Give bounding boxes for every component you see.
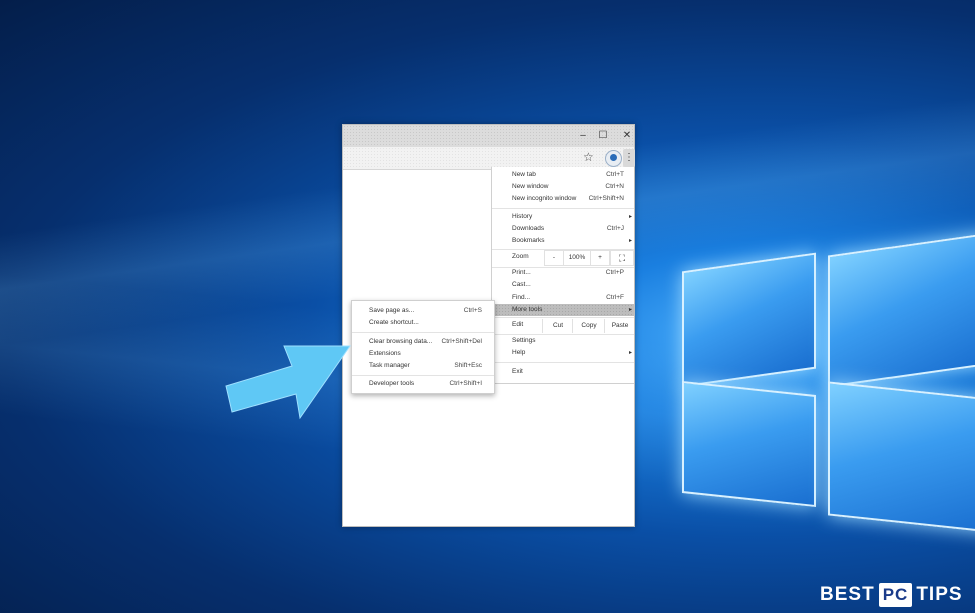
submenu-item-label: Save page as... xyxy=(369,307,415,314)
submenu-item-shortcut: Ctrl+S xyxy=(463,307,482,314)
menu-item-bookmarks[interactable]: Bookmarks ▸ xyxy=(492,235,634,247)
paste-button[interactable]: Paste xyxy=(604,319,635,333)
submenu-item-shortcut: Ctrl+Shift+Del xyxy=(441,338,482,345)
windows-logo-pane xyxy=(828,381,975,533)
submenu-item-save-page-as[interactable]: Save page as... Ctrl+S xyxy=(352,305,494,317)
bestpctips-watermark: BEST PC TIPS xyxy=(820,578,963,612)
menu-item-label: Bookmarks xyxy=(512,237,545,244)
bookmark-star-icon[interactable]: ☆ xyxy=(583,150,594,164)
menu-item-cast[interactable]: Cast... xyxy=(492,279,634,291)
menu-item-label: Downloads xyxy=(512,225,545,232)
menu-item-label: Cast... xyxy=(512,281,531,288)
submenu-item-label: Task manager xyxy=(369,362,410,369)
submenu-item-create-shortcut[interactable]: Create shortcut... xyxy=(352,317,494,329)
edit-row: Edit Cut Copy Paste xyxy=(492,319,634,333)
submenu-item-developer-tools[interactable]: Developer tools Ctrl+Shift+I xyxy=(352,378,494,390)
menu-item-shortcut: Ctrl+P xyxy=(605,269,624,276)
cut-button[interactable]: Cut xyxy=(542,319,573,333)
menu-item-label: Exit xyxy=(512,368,523,375)
windows-logo-pane xyxy=(682,380,816,508)
menu-item-label: Settings xyxy=(512,337,536,344)
submenu-item-extensions[interactable]: Extensions xyxy=(352,348,494,360)
submenu-item-shortcut: Ctrl+Shift+I xyxy=(449,380,482,387)
menu-item-label: Help xyxy=(512,349,526,356)
menu-divider xyxy=(492,317,634,318)
windows-logo-pane xyxy=(682,252,816,388)
chevron-right-icon: ▸ xyxy=(628,350,632,356)
zoom-level: 100% xyxy=(564,250,590,266)
close-icon[interactable]: ✕ xyxy=(619,128,635,144)
submenu-item-label: Extensions xyxy=(369,350,401,357)
pointer-arrow-icon xyxy=(225,345,351,420)
watermark-pc: PC xyxy=(878,583,913,607)
submenu-item-clear-browsing-data[interactable]: Clear browsing data... Ctrl+Shift+Del xyxy=(352,336,494,348)
zoom-in-button[interactable]: + xyxy=(590,250,610,266)
windows-logo-pane xyxy=(828,232,975,388)
menu-item-new-incognito-window[interactable]: New incognito window Ctrl+Shift+N xyxy=(492,193,634,205)
zoom-out-button[interactable]: - xyxy=(544,250,564,266)
menu-divider xyxy=(352,375,494,376)
menu-item-label: More tools xyxy=(512,306,543,313)
menu-item-shortcut: Ctrl+F xyxy=(606,294,624,301)
watermark-text: BEST xyxy=(820,584,875,605)
menu-item-shortcut: Ctrl+J xyxy=(606,225,624,232)
menu-item-shortcut: Ctrl+Shift+N xyxy=(588,195,624,202)
chevron-right-icon: ▸ xyxy=(628,238,632,244)
menu-divider xyxy=(352,332,494,333)
copy-button[interactable]: Copy xyxy=(572,319,605,333)
menu-item-new-tab[interactable]: New tab Ctrl+T xyxy=(492,169,634,181)
zoom-label: Zoom xyxy=(512,253,529,260)
menu-item-label: Find... xyxy=(512,294,531,301)
menu-item-help[interactable]: Help ▸ xyxy=(492,347,634,359)
menu-divider xyxy=(492,362,634,363)
menu-item-shortcut: Ctrl+N xyxy=(605,183,624,190)
submenu-item-label: Developer tools xyxy=(369,380,415,387)
minimize-icon[interactable]: – xyxy=(575,128,591,144)
menu-kebab-icon[interactable]: ⋮ xyxy=(623,149,635,167)
watermark-text: TIPS xyxy=(916,584,963,605)
submenu-item-label: Create shortcut... xyxy=(369,319,419,326)
submenu-item-task-manager[interactable]: Task manager Shift+Esc xyxy=(352,360,494,372)
fullscreen-icon[interactable]: ⛶ xyxy=(610,250,634,266)
submenu-item-shortcut: Shift+Esc xyxy=(454,362,482,369)
chevron-right-icon: ▸ xyxy=(628,214,632,220)
menu-item-label: Print... xyxy=(512,269,531,276)
title-bar: – ☐ ✕ xyxy=(343,125,634,147)
menu-item-settings[interactable]: Settings xyxy=(492,335,634,347)
edit-label: Edit xyxy=(512,321,524,328)
profile-avatar-icon[interactable] xyxy=(605,150,622,167)
more-tools-submenu: Save page as... Ctrl+S Create shortcut..… xyxy=(351,300,495,394)
menu-item-exit[interactable]: Exit xyxy=(492,366,634,378)
chevron-right-icon: ▸ xyxy=(628,307,632,313)
submenu-item-label: Clear browsing data... xyxy=(369,338,433,345)
menu-item-new-window[interactable]: New window Ctrl+N xyxy=(492,181,634,193)
menu-item-print[interactable]: Print... Ctrl+P xyxy=(492,267,634,279)
menu-item-label: New tab xyxy=(512,171,536,178)
menu-item-downloads[interactable]: Downloads Ctrl+J xyxy=(492,223,634,235)
zoom-row: Zoom - 100% + ⛶ xyxy=(492,250,634,266)
menu-divider xyxy=(492,208,634,209)
menu-item-find[interactable]: Find... Ctrl+F xyxy=(492,292,634,304)
menu-item-label: New window xyxy=(512,183,549,190)
menu-item-label: History xyxy=(512,213,533,220)
menu-item-label: New incognito window xyxy=(512,195,577,202)
maximize-icon[interactable]: ☐ xyxy=(595,128,611,144)
menu-item-more-tools[interactable]: More tools ▸ xyxy=(492,304,634,316)
menu-item-shortcut: Ctrl+T xyxy=(606,171,624,178)
chrome-main-menu: New tab Ctrl+T New window Ctrl+N New inc… xyxy=(491,167,634,384)
menu-item-history[interactable]: History ▸ xyxy=(492,211,634,223)
